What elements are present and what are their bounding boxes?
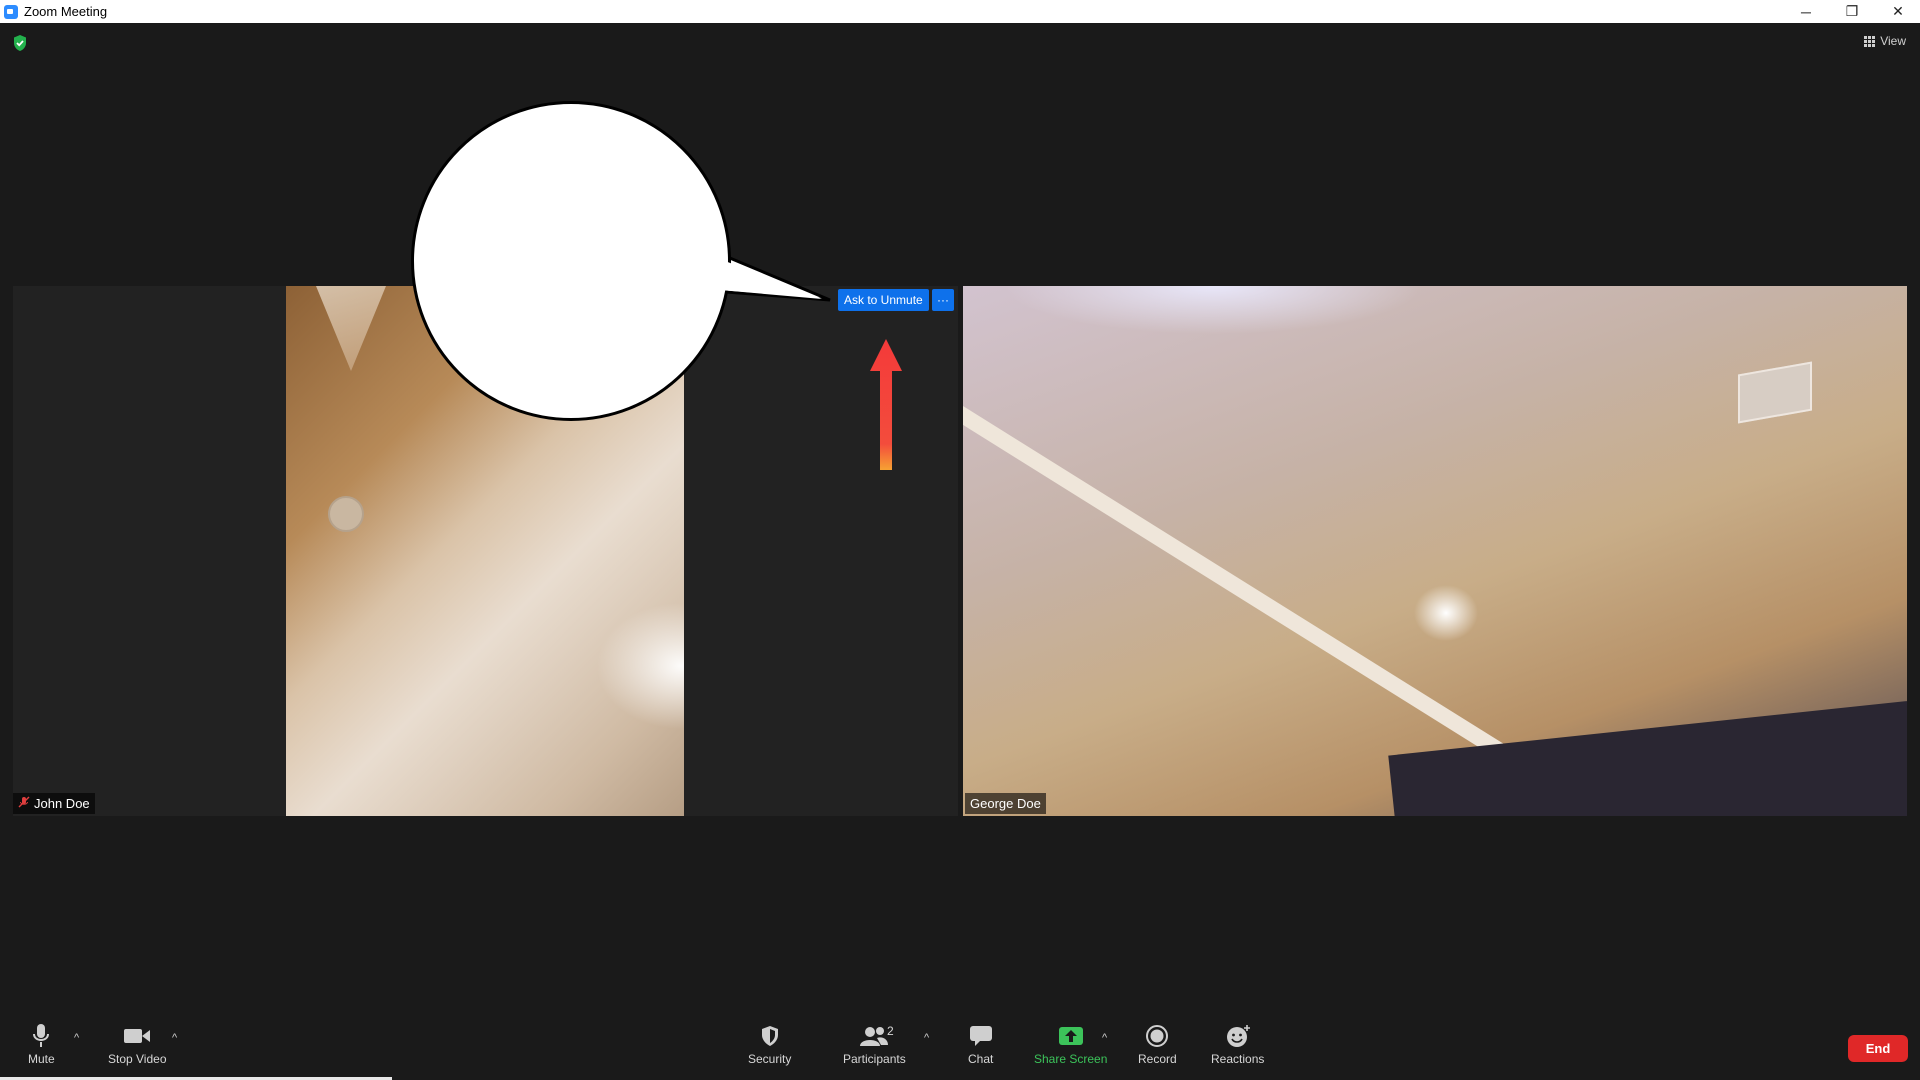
meeting-toolbar: Mute ^ Stop Video ^ Security Participant…	[0, 1014, 1920, 1080]
stop-video-button[interactable]: Stop Video	[108, 1022, 167, 1066]
speech-bubble-tail-cover	[720, 259, 822, 299]
audio-options-caret[interactable]: ^	[74, 1032, 79, 1044]
security-shield-icon	[760, 1022, 780, 1050]
share-screen-button[interactable]: Share Screen	[1034, 1022, 1107, 1066]
participants-button[interactable]: Participants 2	[843, 1022, 906, 1066]
reactions-button[interactable]: Reactions	[1211, 1022, 1264, 1066]
participants-options-caret[interactable]: ^	[924, 1032, 929, 1044]
video-options-caret[interactable]: ^	[172, 1032, 177, 1044]
record-label: Record	[1138, 1052, 1177, 1066]
chat-button[interactable]: Chat	[968, 1022, 993, 1066]
mute-label: Mute	[28, 1052, 55, 1066]
share-screen-label: Share Screen	[1034, 1052, 1108, 1066]
chat-label: Chat	[968, 1052, 994, 1066]
share-screen-icon	[1058, 1022, 1084, 1050]
stop-video-label: Stop Video	[108, 1052, 167, 1066]
record-icon	[1145, 1022, 1169, 1050]
end-meeting-button[interactable]: End	[1848, 1035, 1908, 1062]
participants-label: Participants	[843, 1052, 906, 1066]
share-options-caret[interactable]: ^	[1102, 1032, 1107, 1044]
microphone-icon	[32, 1022, 50, 1050]
security-label: Security	[748, 1052, 792, 1066]
video-camera-icon	[123, 1022, 151, 1050]
participants-count: 2	[887, 1024, 894, 1038]
security-button[interactable]: Security	[748, 1022, 791, 1066]
more-options-button[interactable]: ···	[932, 289, 954, 311]
participants-icon	[859, 1022, 889, 1050]
mute-button[interactable]: Mute	[28, 1022, 55, 1066]
chat-bubble-icon	[969, 1022, 993, 1050]
annotation-arrow-icon	[870, 339, 902, 470]
smiley-plus-icon	[1225, 1022, 1251, 1050]
reactions-label: Reactions	[1211, 1052, 1265, 1066]
record-button[interactable]: Record	[1138, 1022, 1177, 1066]
ask-to-unmute-button[interactable]: Ask to Unmute	[838, 289, 929, 311]
